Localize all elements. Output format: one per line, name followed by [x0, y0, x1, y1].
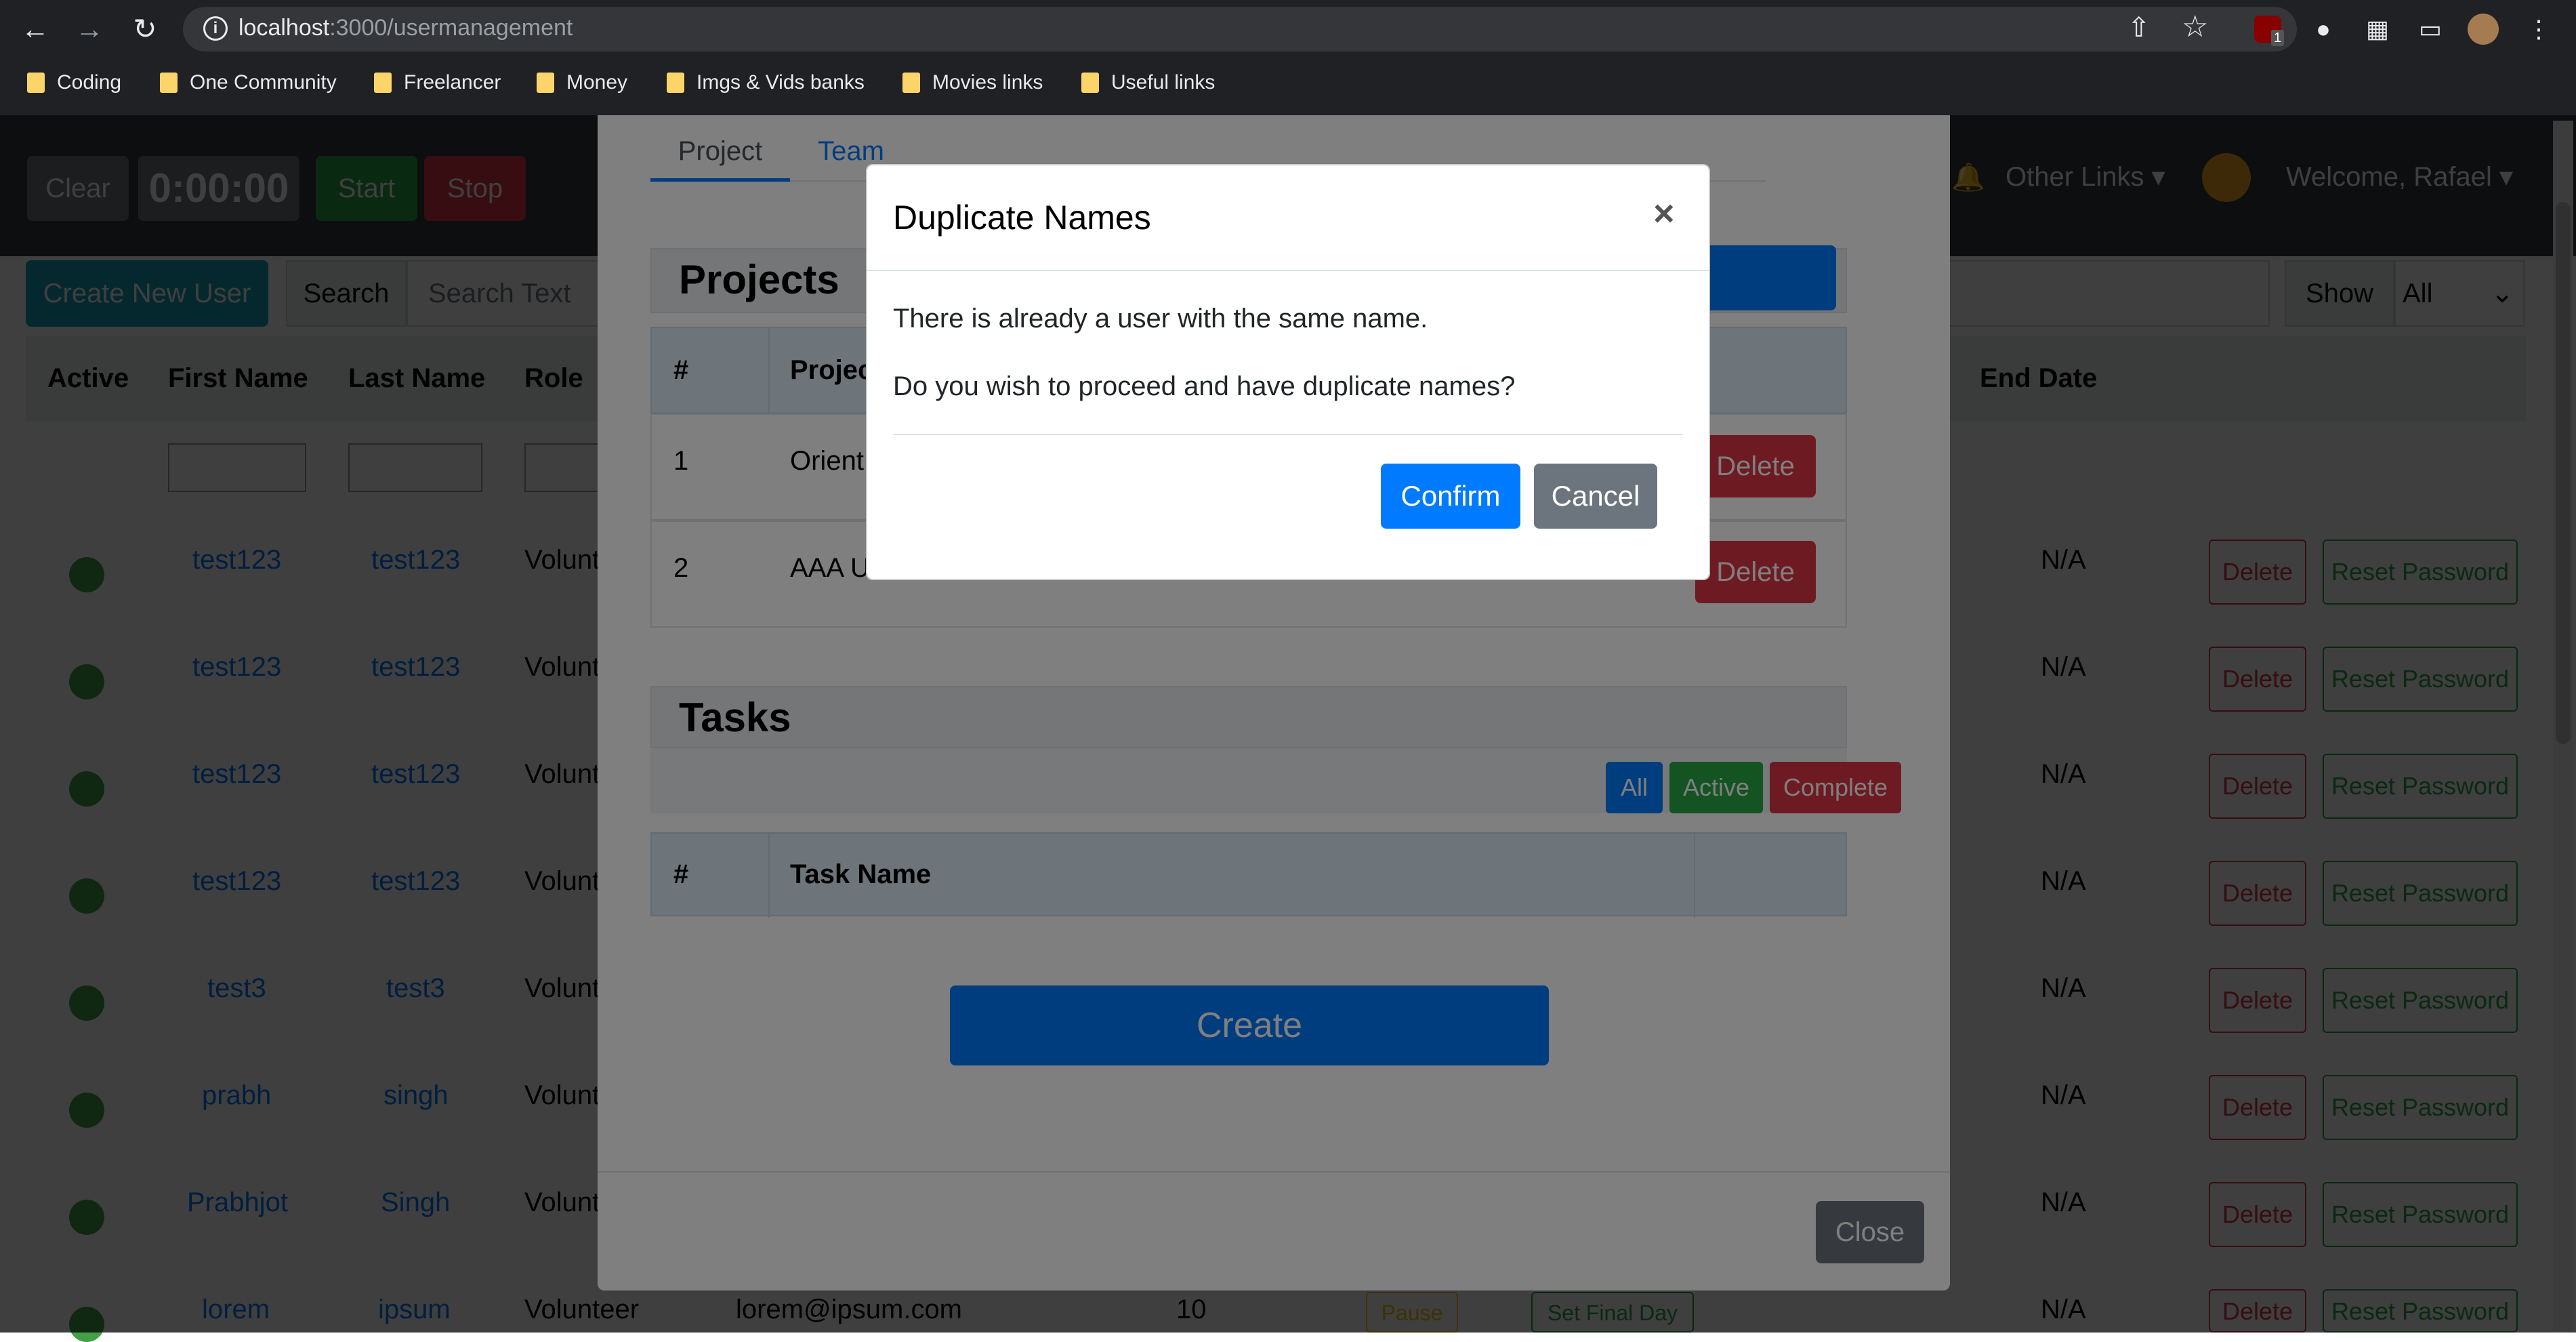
folder-icon — [1081, 73, 1099, 93]
bookmark-label: Coding — [57, 71, 122, 94]
bookmark-label: Money — [566, 71, 628, 94]
ublock-icon[interactable]: 1 — [2251, 12, 2285, 46]
browser-chrome: ← → ↻ i localhost:3000/usermanagement ⇧ … — [0, 0, 2576, 115]
bookmark-label: One Community — [190, 71, 337, 94]
folder-icon — [27, 73, 45, 93]
bookmark-useful[interactable]: Useful links — [1081, 66, 1215, 99]
folder-icon — [902, 73, 920, 93]
dialog-title: Duplicate Names — [893, 199, 1151, 237]
address-bar[interactable]: i localhost:3000/usermanagement ⇧ ☆ — [183, 7, 2297, 52]
bookmark-coding[interactable]: Coding — [27, 66, 121, 99]
reload-icon[interactable]: ↻ — [125, 11, 165, 47]
confirm-button[interactable]: Confirm — [1381, 464, 1520, 529]
bookmark-label: Useful links — [1111, 71, 1216, 94]
folder-icon — [537, 73, 554, 93]
extension-icon-2[interactable]: ● — [2306, 12, 2340, 46]
dialog-message-line1: There is already a user with the same na… — [893, 304, 1428, 333]
back-icon[interactable]: ← — [15, 11, 56, 47]
profile-avatar[interactable] — [2466, 12, 2500, 46]
folder-icon — [374, 73, 392, 93]
bookmark-movies[interactable]: Movies links — [902, 66, 1043, 99]
star-icon[interactable]: ☆ — [2182, 9, 2208, 44]
bookmark-label: Freelancer — [404, 71, 501, 94]
puzzle-icon[interactable]: ▦ — [2361, 12, 2394, 46]
cancel-button[interactable]: Cancel — [1534, 464, 1657, 529]
sidepanel-icon[interactable]: ▭ — [2413, 12, 2447, 46]
share-icon[interactable]: ⇧ — [2127, 12, 2151, 43]
dialog-body-divider — [893, 434, 1683, 435]
dialog-header-divider — [867, 270, 1709, 271]
url-text: localhost:3000/usermanagement — [238, 15, 573, 41]
menu-kebab-icon[interactable]: ⋮ — [2522, 12, 2556, 46]
bookmark-one-community[interactable]: One Community — [160, 66, 337, 99]
bookmark-label: Movies links — [932, 71, 1043, 94]
bookmark-label: Imgs & Vids banks — [697, 71, 865, 94]
dialog-message-line2: Do you wish to proceed and have duplicat… — [893, 371, 1516, 401]
url-host: localhost — [238, 15, 330, 41]
bookmark-money[interactable]: Money — [537, 66, 627, 99]
ext-badge: 1 — [2271, 30, 2285, 46]
bookmark-imgs-vids[interactable]: Imgs & Vids banks — [667, 66, 865, 99]
info-icon[interactable]: i — [203, 16, 228, 41]
folder-icon — [160, 73, 178, 93]
forward-icon[interactable]: → — [69, 11, 110, 47]
folder-icon — [667, 73, 684, 93]
url-path: :3000/usermanagement — [329, 15, 573, 41]
bookmark-freelancer[interactable]: Freelancer — [374, 66, 501, 99]
close-icon[interactable]: × — [1653, 192, 1675, 235]
duplicate-names-dialog: Duplicate Names × There is already a use… — [866, 164, 1710, 580]
